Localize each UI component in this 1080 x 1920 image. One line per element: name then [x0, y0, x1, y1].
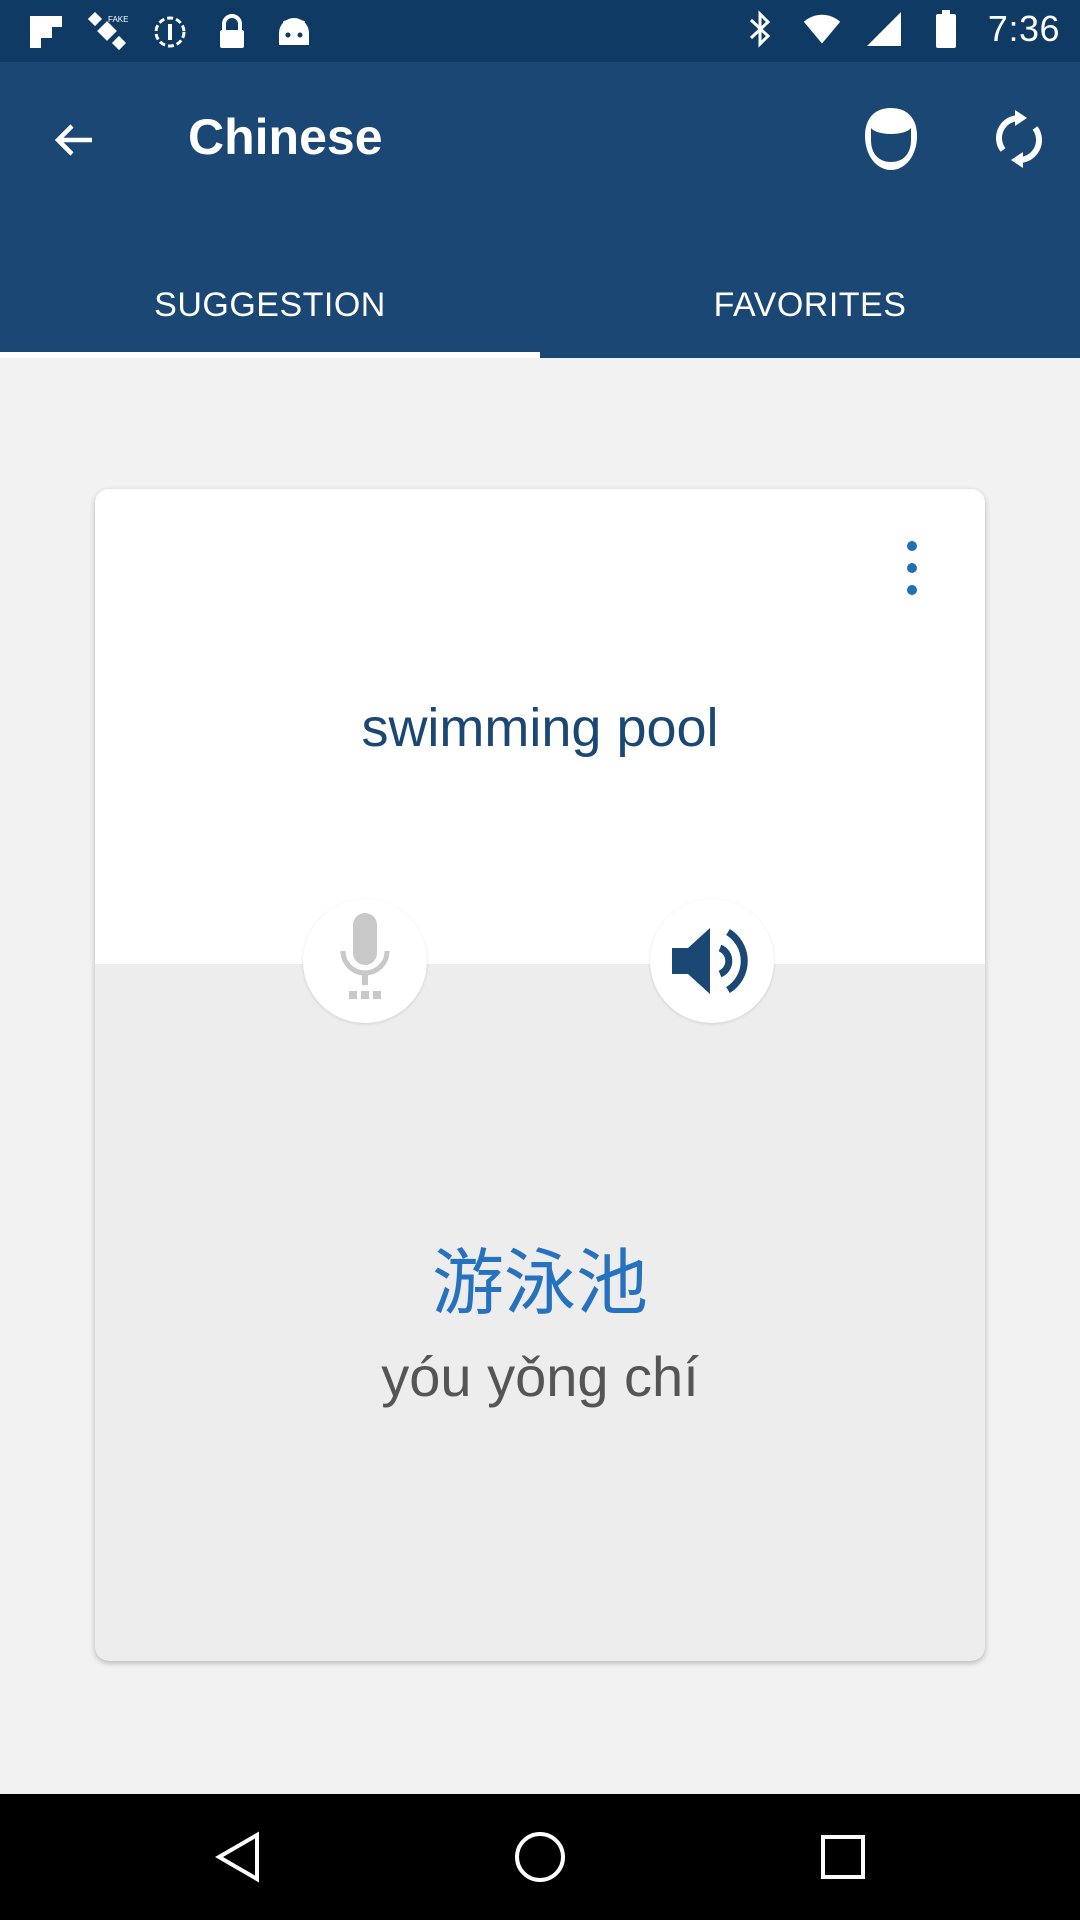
more-dot: [907, 563, 917, 573]
fake-gps-icon: FAKE: [88, 12, 128, 52]
bluetooth-icon: [740, 9, 780, 49]
nav-home-icon: [515, 1832, 565, 1882]
navigation-bar: [0, 1794, 1080, 1920]
chinese-word: 游泳池: [431, 1241, 648, 1325]
signal-icon: [864, 9, 904, 49]
tab-bar: SUGGESTION FAVORITES: [0, 252, 1080, 358]
nav-home-button[interactable]: [505, 1822, 575, 1892]
status-time: 7:36: [987, 8, 1060, 49]
face-icon: [865, 108, 917, 170]
profile-button[interactable]: [858, 102, 924, 176]
flashcard: swimming pool 游泳池 yóu yǒng chí: [95, 489, 985, 1661]
wifi-icon: [802, 9, 842, 49]
more-dot: [907, 585, 917, 595]
more-options-button[interactable]: [897, 541, 927, 595]
flipboard-icon: [26, 12, 66, 52]
nav-recents-icon: [821, 1835, 865, 1879]
speaker-button[interactable]: [650, 899, 774, 1023]
android-icon: [274, 12, 314, 52]
data-saver-icon: [150, 12, 190, 52]
battery-icon: [926, 9, 966, 49]
refresh-icon: [996, 110, 1042, 168]
more-vert-icon: [907, 541, 917, 551]
volume-icon: [672, 928, 748, 994]
back-button[interactable]: [44, 110, 104, 170]
tab-suggestion[interactable]: SUGGESTION: [0, 252, 540, 358]
page-title: Chinese: [188, 109, 383, 165]
app-bar: Chinese SUGGESTION FAVORITES: [0, 62, 1080, 358]
arrow-left-icon: [54, 124, 92, 156]
english-word: swimming pool: [361, 698, 719, 758]
microphone-icon: [340, 913, 390, 999]
refresh-button[interactable]: [986, 104, 1052, 174]
microphone-button[interactable]: [303, 899, 427, 1023]
nav-recents-button[interactable]: [808, 1822, 878, 1892]
lock-icon: [212, 12, 252, 52]
pinyin-text: yóu yǒng chí: [381, 1345, 699, 1408]
nav-back-icon: [215, 1831, 259, 1883]
svg-text:FAKE: FAKE: [108, 15, 128, 24]
tab-favorites[interactable]: FAVORITES: [540, 252, 1080, 358]
nav-back-button[interactable]: [203, 1822, 273, 1892]
status-bar: FAKE 7:36: [0, 0, 1080, 62]
